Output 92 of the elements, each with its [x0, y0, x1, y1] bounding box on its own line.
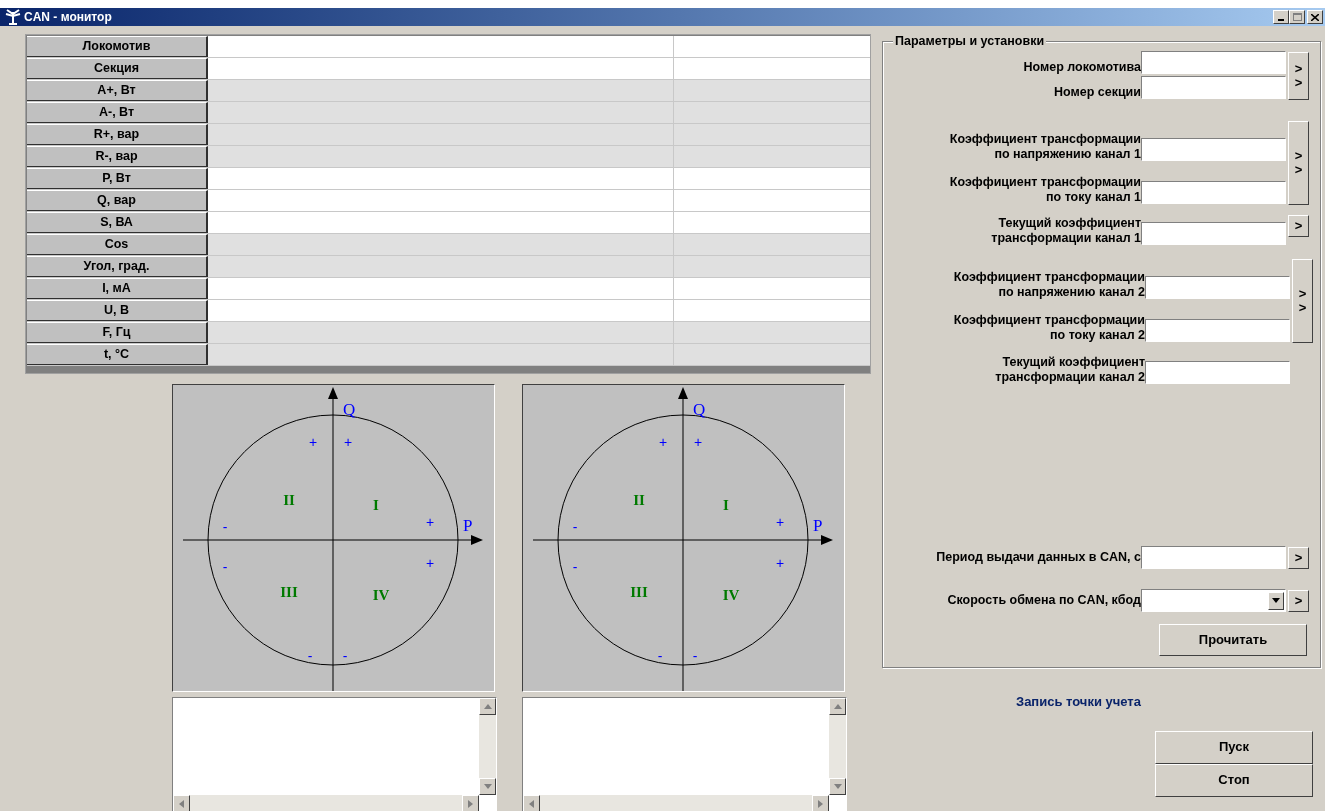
input-field[interactable]: [1141, 181, 1286, 204]
quadrant-label: IV: [372, 587, 390, 603]
apply-button[interactable]: > >: [1288, 121, 1309, 205]
horizontal-scrollbar[interactable]: [173, 795, 479, 811]
control-button[interactable]: Стоп: [1155, 763, 1313, 797]
scroll-up-icon[interactable]: [829, 698, 846, 715]
row-header: Секция: [27, 58, 208, 79]
sign-label: -: [307, 648, 313, 664]
dropdown[interactable]: [1141, 589, 1286, 612]
vertical-scrollbar[interactable]: [479, 698, 496, 795]
maximize-button[interactable]: [1289, 10, 1305, 24]
axis-label: Q: [343, 400, 356, 419]
apply-button[interactable]: >: [1288, 214, 1309, 237]
row-header: F, Гц: [27, 322, 208, 343]
apply-button[interactable]: >: [1288, 589, 1309, 612]
apply-button[interactable]: >: [1288, 546, 1309, 569]
sign-label: -: [572, 519, 578, 535]
field-label: Текущий коэффициент трансформации канал 1: [990, 216, 1141, 246]
row-header: A+, Вт: [27, 80, 208, 101]
row-header: S, ВА: [27, 212, 208, 233]
row-header: I, мА: [27, 278, 208, 299]
field-label: Коэффициент трансформации по напряжению канал 2: [952, 270, 1145, 300]
quadrant-label: I: [373, 497, 379, 513]
window-title: CAN - монитор: [24, 9, 112, 26]
field-label: Коэффициент трансформации по току канал 2: [952, 313, 1145, 343]
quadrant-label: I: [723, 497, 729, 513]
quadrant-label: II: [633, 492, 645, 508]
quadrant-label: IV: [722, 587, 740, 603]
quadrant-label: III: [280, 584, 298, 600]
scroll-down-icon[interactable]: [829, 778, 846, 795]
sign-label: +: [658, 434, 668, 450]
scroll-right-icon[interactable]: [462, 795, 479, 811]
quadrant-label: II: [283, 492, 295, 508]
status-label: Запись точки учета: [1016, 693, 1142, 711]
vertical-scrollbar[interactable]: [829, 698, 846, 795]
sign-label: +: [693, 434, 703, 450]
row-header: Локомотив: [27, 36, 208, 57]
row-header: P, Вт: [27, 168, 208, 189]
scroll-down-icon[interactable]: [479, 778, 496, 795]
sign-label: -: [692, 648, 698, 664]
sign-label: +: [425, 514, 435, 530]
field-label: Текущий коэффициент трансформации канал 2: [994, 355, 1145, 385]
apply-button[interactable]: > >: [1288, 52, 1309, 100]
minimize-button[interactable]: [1273, 10, 1289, 24]
group-title: Параметры и установки: [893, 33, 1047, 49]
row-header: Q, вар: [27, 190, 208, 211]
read-button[interactable]: Прочитать: [1159, 624, 1307, 656]
sign-label: -: [572, 559, 578, 575]
sign-label: -: [342, 648, 348, 664]
horizontal-scrollbar[interactable]: [523, 795, 829, 811]
sign-label: -: [222, 519, 228, 535]
sign-label: +: [308, 434, 318, 450]
input-field[interactable]: [1145, 319, 1290, 342]
input-field[interactable]: [1141, 222, 1286, 245]
field-label: Коэффициент трансформации по току канал 1: [948, 175, 1141, 205]
row-header: Угол, град.: [27, 256, 208, 277]
input-field[interactable]: [1145, 361, 1290, 384]
scroll-right-icon[interactable]: [812, 795, 829, 811]
sign-label: -: [222, 559, 228, 575]
scroll-up-icon[interactable]: [479, 698, 496, 715]
input-field[interactable]: [1145, 276, 1290, 299]
sign-label: +: [775, 555, 785, 571]
input-field[interactable]: [1141, 546, 1286, 569]
sign-label: -: [657, 648, 663, 664]
apply-button[interactable]: > >: [1292, 259, 1313, 343]
field-label: Скорость обмена по CAN, кбод: [946, 593, 1141, 608]
control-button[interactable]: Пуск: [1155, 730, 1313, 764]
field-label: Номер локомотива: [1022, 60, 1141, 75]
row-header: U, В: [27, 300, 208, 321]
field-label: Номер секции: [1052, 85, 1141, 100]
app-icon: [4, 9, 22, 25]
close-button[interactable]: [1307, 10, 1323, 24]
row-header: R+, вар: [27, 124, 208, 145]
axis-label: P: [813, 516, 823, 535]
row-header: A-, Вт: [27, 102, 208, 123]
sign-label: +: [343, 434, 353, 450]
field-label: Период выдачи данных в CAN, с: [935, 550, 1141, 565]
scroll-left-icon[interactable]: [523, 795, 540, 811]
sign-label: +: [775, 514, 785, 530]
axis-label: Q: [693, 400, 706, 419]
input-field[interactable]: [1141, 76, 1286, 99]
quadrant-label: III: [630, 584, 648, 600]
row-header: t, °C: [27, 344, 208, 365]
scroll-left-icon[interactable]: [173, 795, 190, 811]
axis-label: P: [463, 516, 473, 535]
row-header: R-, вар: [27, 146, 208, 167]
close-icon[interactable]: [1311, 13, 1319, 21]
input-field[interactable]: [1141, 138, 1286, 161]
input-field[interactable]: [1141, 51, 1286, 74]
field-label: Коэффициент трансформации по напряжению канал 1: [948, 132, 1141, 162]
sign-label: +: [425, 555, 435, 571]
row-header: Cos: [27, 234, 208, 255]
